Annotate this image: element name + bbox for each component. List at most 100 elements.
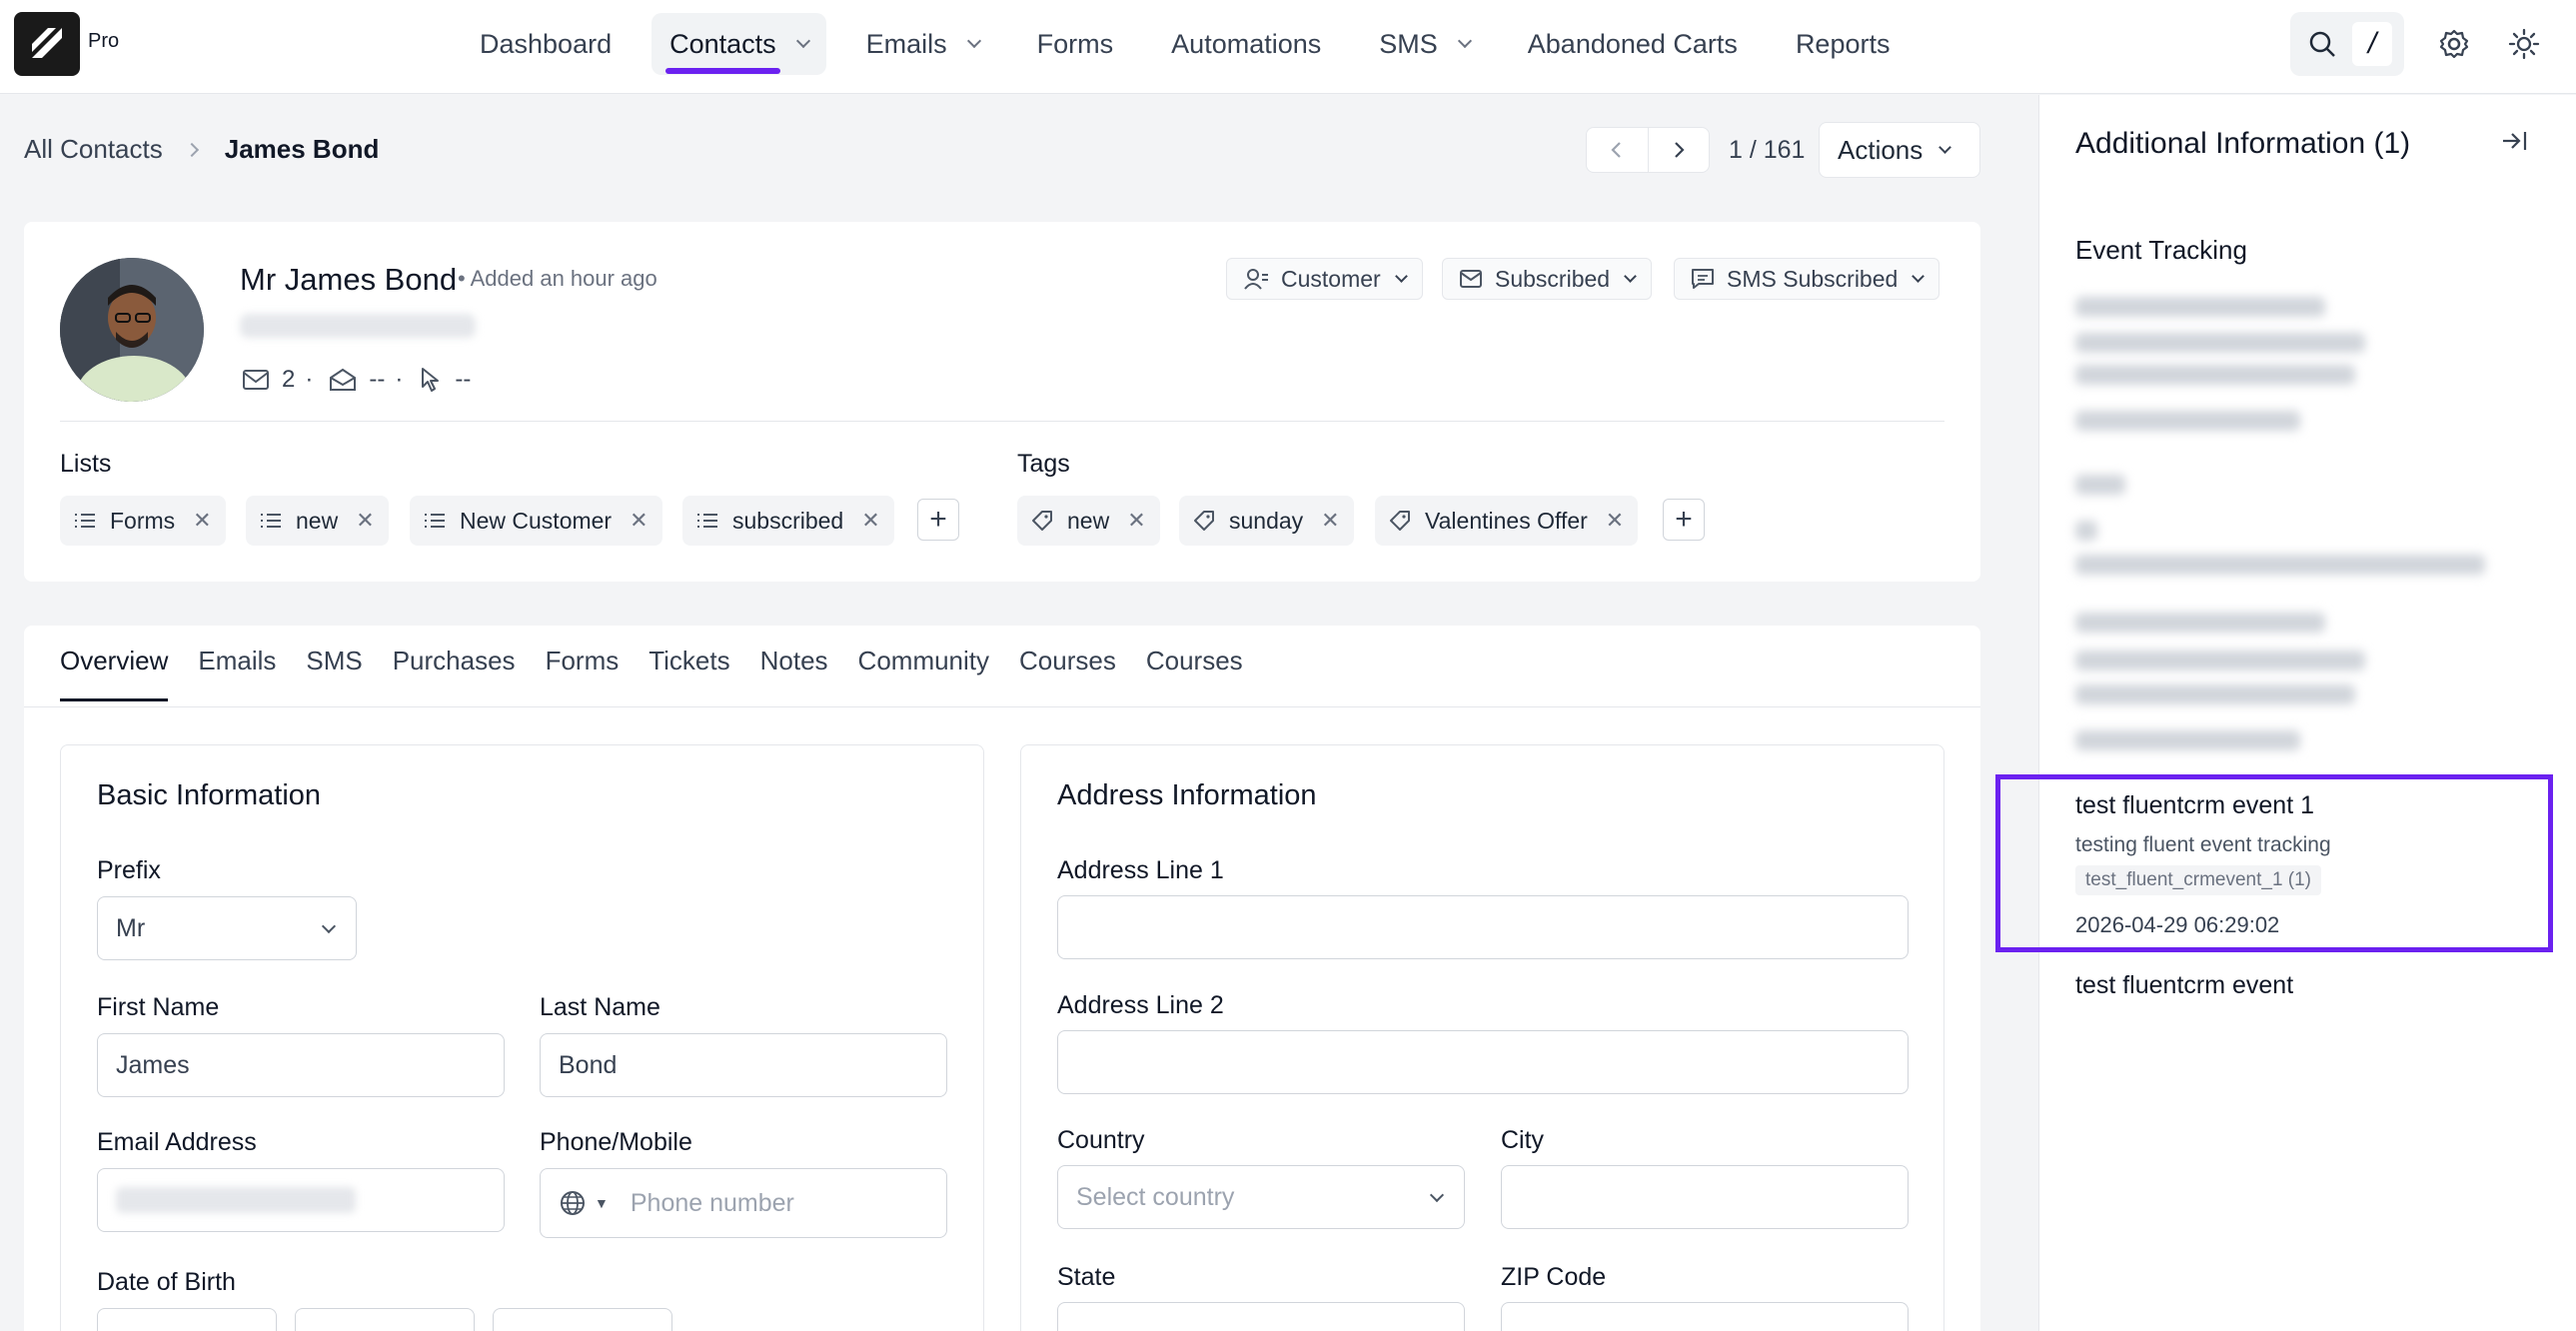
theme-toggle-sun-icon[interactable] [2500,20,2548,68]
contact-type-dropdown[interactable]: Customer [1226,258,1423,300]
fluentcrm-logo[interactable] [14,12,80,76]
chevron-right-icon [184,142,199,157]
prev-contact-button[interactable] [1587,128,1648,172]
redacted-event-title [2075,297,2325,317]
remove-icon[interactable]: ✕ [1606,508,1624,534]
pager-count: 1 / 161 [1729,136,1806,164]
nav-emails[interactable]: Emails [848,13,997,75]
nav-dashboard[interactable]: Dashboard [462,13,630,75]
settings-icon[interactable] [2430,20,2478,68]
search-icon[interactable] [2298,20,2346,68]
highlighted-event-outline [1995,774,2553,952]
contact-added-time: • Added an hour ago [458,266,657,291]
mail-icon [1460,270,1482,288]
address-line-2-input[interactable] [1057,1030,1909,1094]
tag-chip-sunday: sunday ✕ [1179,496,1354,546]
redacted-event-title [2075,475,2125,495]
nav-contacts[interactable]: Contacts [651,13,826,75]
chevron-down-icon [1394,269,1408,283]
last-name-input[interactable]: Bond [540,1033,947,1097]
breadcrumb: All Contacts James Bond [24,134,379,165]
prefix-select[interactable]: Mr [97,896,357,960]
tab-overview[interactable]: Overview [60,646,169,701]
next-contact-button[interactable] [1647,128,1710,172]
tag-icon [1032,511,1052,531]
contact-email-redacted [240,314,476,338]
dob-day-input[interactable] [97,1308,277,1331]
first-name-input[interactable]: James [97,1033,505,1097]
email-label: Email Address [97,1128,257,1156]
zip-code-input[interactable] [1501,1302,1909,1331]
tab-emails[interactable]: Emails [198,646,276,701]
state-input[interactable] [1057,1302,1465,1331]
avatar [60,258,204,402]
tabs-divider [24,706,1980,707]
zip-code-label: ZIP Code [1501,1263,1607,1291]
remove-icon[interactable]: ✕ [1321,508,1339,534]
redacted-event-desc [2075,333,2365,353]
dob-year-input[interactable] [493,1308,672,1331]
nav-sms[interactable]: SMS [1361,13,1488,75]
remove-icon[interactable]: ✕ [630,508,647,534]
chevron-down-icon [321,918,337,934]
caret-down-icon: ▼ [595,1195,609,1211]
email-input[interactable] [97,1168,505,1232]
add-tag-button[interactable]: + [1663,499,1705,541]
top-navbar: Pro Dashboard Contacts Emails Forms Auto… [0,0,2576,94]
tab-courses[interactable]: Courses [1019,646,1116,701]
contact-stats: 2 · -- · -- [242,366,481,394]
pro-badge: Pro [88,30,120,52]
cursor-click-icon [422,368,440,392]
remove-icon[interactable]: ✕ [861,508,879,534]
add-list-button[interactable]: + [917,499,959,541]
main-nav: Dashboard Contacts Emails Forms Automati… [462,12,1930,76]
user-icon [1244,269,1268,290]
tab-community[interactable]: Community [858,646,989,701]
collapse-panel-icon[interactable] [2499,129,2529,158]
phone-input[interactable]: ▼ Phone number [540,1168,947,1238]
opens-count: -- [369,366,386,393]
breadcrumb-current: James Bond [224,134,380,164]
nav-automations[interactable]: Automations [1153,13,1339,75]
chevron-down-icon [966,33,981,49]
message-icon [1692,269,1714,289]
tab-forms[interactable]: Forms [546,646,620,701]
search-group: / [2290,12,2404,76]
tab-tickets[interactable]: Tickets [648,646,729,701]
address-line-1-input[interactable] [1057,895,1909,959]
remove-icon[interactable]: ✕ [1127,508,1145,534]
remove-icon[interactable]: ✕ [356,508,374,534]
remove-icon[interactable]: ✕ [193,508,211,534]
search-shortcut-key[interactable]: / [2352,22,2392,66]
redacted-event-desc [2075,521,2097,541]
first-name-label: First Name [97,993,220,1021]
redacted-event-desc [2075,651,2365,670]
nav-forms[interactable]: Forms [1019,13,1132,75]
nav-abandoned-carts[interactable]: Abandoned Carts [1510,13,1756,75]
country-select[interactable]: Select country [1057,1165,1465,1229]
address-information-title: Address Information [1057,779,1317,811]
list-chip-new: new ✕ [246,496,389,546]
email-status-dropdown[interactable]: Subscribed [1442,258,1653,300]
dob-month-input[interactable] [295,1308,475,1331]
list-chip-subscribed: subscribed ✕ [682,496,894,546]
basic-information-title: Basic Information [97,779,322,811]
divider [60,421,1944,422]
event-tracking-heading: Event Tracking [2075,235,2247,265]
tab-purchases[interactable]: Purchases [393,646,516,701]
mail-icon [243,370,269,390]
sms-status-dropdown[interactable]: SMS Subscribed [1674,258,1940,300]
tag-icon [1390,511,1410,531]
tab-courses-2[interactable]: Courses [1146,646,1243,701]
email-value-redacted [116,1187,356,1213]
actions-dropdown[interactable]: Actions [1819,122,1980,178]
tab-sms[interactable]: SMS [306,646,362,701]
tag-icon [1194,511,1214,531]
breadcrumb-all-contacts[interactable]: All Contacts [24,134,163,165]
nav-reports[interactable]: Reports [1778,13,1909,75]
tab-notes[interactable]: Notes [760,646,828,701]
globe-icon[interactable] [559,1189,587,1217]
country-label: Country [1057,1126,1145,1154]
chevron-down-icon [795,33,810,49]
city-input[interactable] [1501,1165,1909,1229]
